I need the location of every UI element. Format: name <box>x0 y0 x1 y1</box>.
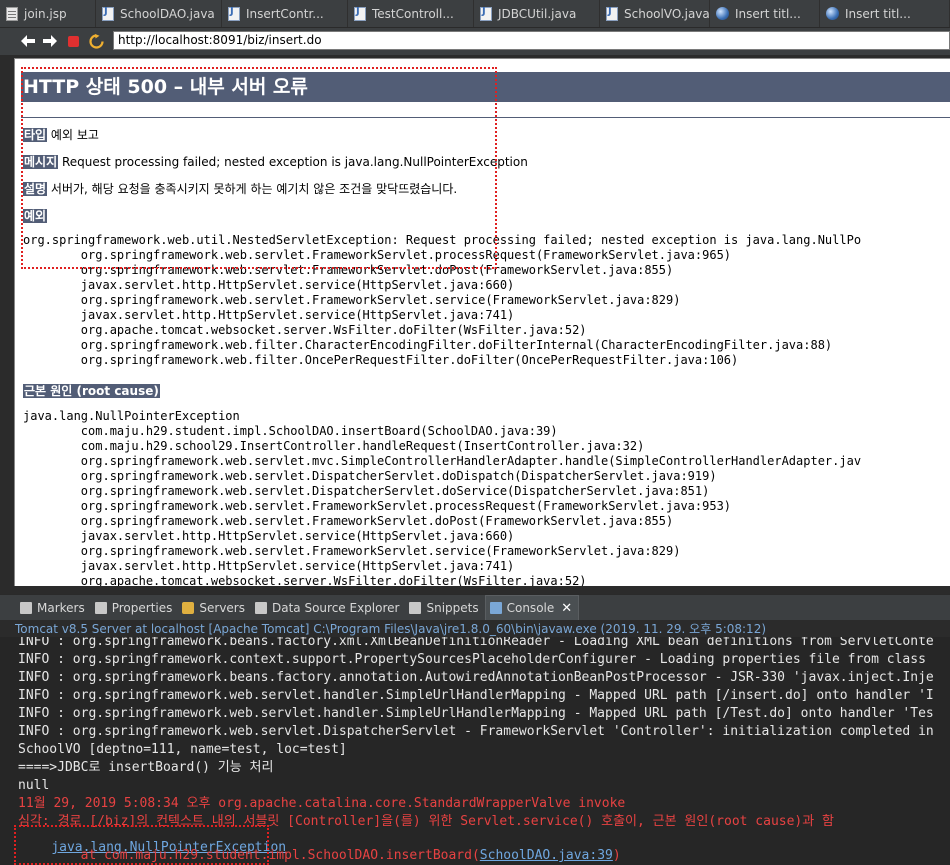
editor-tab-label: TestControll... <box>372 6 454 21</box>
trace-line: org.springframework.web.servlet.Dispatch… <box>23 469 717 483</box>
at-suffix: ) <box>612 848 621 863</box>
forward-button[interactable] <box>42 33 58 49</box>
editor-tab[interactable]: JDBCUtil.java <box>474 0 600 27</box>
console-line: SchoolVO [deptno=111, name=test, loc=tes… <box>18 742 347 757</box>
trace-line: org.springframework.web.servlet.mvc.Simp… <box>23 454 862 468</box>
editor-tab-label: Insert titl... <box>735 6 801 21</box>
editor-tab-label: InsertContr... <box>246 6 324 21</box>
trace-line: org.springframework.web.filter.Character… <box>23 338 833 352</box>
back-arrow-icon <box>21 35 35 47</box>
trace-line: org.springframework.web.servlet.Framewor… <box>23 514 674 528</box>
trace-line: javax.servlet.http.HttpServlet.service(H… <box>23 559 515 573</box>
views-tab-bar: Markers Properties Servers Data Source Expl… <box>0 594 950 620</box>
trace-line: org.apache.tomcat.websocket.server.WsFil… <box>23 574 587 586</box>
root-cause-trace: java.lang.NullPointerException com.maju.… <box>23 409 861 586</box>
view-tab-data-source-explorer[interactable]: Data Source Explorer <box>251 596 405 620</box>
trace-line: org.springframework.web.servlet.Framewor… <box>23 499 732 513</box>
globe-icon <box>716 7 729 20</box>
editor-tab-label: JDBCUtil.java <box>498 6 577 21</box>
stop-button[interactable] <box>65 33 81 49</box>
database-icon <box>255 601 267 614</box>
editor-tab[interactable]: SchoolVO.java <box>600 0 710 27</box>
trace-line: org.springframework.web.servlet.Framewor… <box>23 293 681 307</box>
trace-line: org.springframework.web.filter.OncePerRe… <box>23 353 739 367</box>
globe-icon <box>826 7 839 20</box>
console-line: 11월 29, 2019 5:08:34 오후 org.apache.catal… <box>18 796 626 811</box>
console-line: INFO : org.springframework.context.suppo… <box>18 652 926 667</box>
url-input[interactable]: http://localhost:8091/biz/insert.do <box>113 31 950 50</box>
trace-line: javax.servlet.http.HttpServlet.service(H… <box>23 308 515 322</box>
console-output[interactable]: 심각: 경로 [/biz]의 컨텍스트 내의 서블릿 [Controller]을… <box>0 637 950 865</box>
view-tab-label: Markers <box>37 600 85 615</box>
back-button[interactable] <box>20 33 36 49</box>
highlight-annotation <box>21 67 497 269</box>
view-tab-label: Console <box>506 601 555 615</box>
servers-icon <box>182 601 195 614</box>
browser-toolbar: http://localhost:8091/biz/insert.do <box>0 28 950 55</box>
view-tab-properties[interactable]: Properties <box>91 596 179 620</box>
java-file-icon <box>480 6 492 21</box>
view-tab-console[interactable]: Console ✕ <box>484 595 580 620</box>
java-file-icon <box>102 6 114 21</box>
console-line: INFO : org.springframework.web.servlet.D… <box>18 724 934 739</box>
editor-tab-label: SchoolDAO.java <box>120 6 215 21</box>
editor-tab[interactable]: TestControll... <box>348 0 474 27</box>
editor-tab[interactable]: join.jsp <box>0 0 96 27</box>
editor-tab[interactable]: InsertContr... <box>222 0 348 27</box>
close-icon[interactable]: ✕ <box>561 601 572 616</box>
snippets-icon <box>409 601 422 614</box>
view-tab-label: Snippets <box>426 600 479 615</box>
browser-page: HTTP 상태 500 – 내부 서버 오류 타입 예외 보고 메시지 Requ… <box>14 58 950 586</box>
view-tab-servers[interactable]: Servers <box>178 596 251 620</box>
editor-tab[interactable]: SchoolDAO.java <box>96 0 222 27</box>
view-tab-snippets[interactable]: Snippets <box>405 596 484 620</box>
forward-arrow-icon <box>43 35 57 47</box>
console-status: Tomcat v8.5 Server at localhost [Apache … <box>0 621 950 637</box>
trace-line: com.maju.h29.school29.InsertController.h… <box>23 439 645 453</box>
trace-line: javax.servlet.http.HttpServlet.service(H… <box>23 529 515 543</box>
root-cause-heading: 근본 원인 (root cause) <box>23 382 160 399</box>
view-tab-label: Properties <box>111 600 173 615</box>
trace-line: org.apache.tomcat.websocket.server.WsFil… <box>23 323 587 337</box>
root-cause-label: 근본 원인 (root cause) <box>23 384 160 398</box>
console-line: INFO : org.springframework.beans.factory… <box>18 670 934 685</box>
java-file-icon <box>354 6 366 21</box>
trace-line: javax.servlet.http.HttpServlet.service(H… <box>23 278 515 292</box>
highlight-annotation <box>14 825 269 865</box>
editor-tab-label: Insert titl... <box>845 6 911 21</box>
refresh-button[interactable] <box>88 33 104 49</box>
view-tab-label: Data Source Explorer <box>272 600 400 615</box>
view-tab-markers[interactable]: Markers <box>16 596 91 620</box>
trace-line: org.springframework.web.servlet.Dispatch… <box>23 484 710 498</box>
editor-tab-strip: join.jsp SchoolDAO.java InsertContr... Test… <box>0 0 950 28</box>
editor-tab-label: join.jsp <box>24 6 67 21</box>
trace-line: java.lang.NullPointerException <box>23 409 240 423</box>
stop-icon <box>67 35 79 47</box>
source-link[interactable]: SchoolDAO.java:39 <box>480 848 613 863</box>
markers-icon <box>20 601 32 614</box>
java-file-icon <box>606 6 618 21</box>
editor-tab[interactable]: Insert titl... <box>820 0 950 27</box>
console-icon <box>489 602 502 614</box>
trace-line: org.springframework.web.servlet.Framewor… <box>23 544 681 558</box>
trace-line: com.maju.h29.student.impl.SchoolDAO.inse… <box>23 424 558 438</box>
console-line: ====>JDBC로 insertBoard() 기능 처리 <box>18 760 274 775</box>
console-line: INFO : org.springframework.web.servlet.h… <box>18 688 934 703</box>
console-line: null <box>18 778 50 793</box>
view-tab-label: Servers <box>199 600 245 615</box>
editor-tab-label: SchoolVO.java <box>624 6 710 21</box>
console-line: INFO : org.springframework.web.servlet.h… <box>18 706 934 721</box>
refresh-icon <box>88 33 104 49</box>
jsp-file-icon <box>6 6 18 21</box>
console-line: INFO : org.springframework.beans.factory… <box>18 637 934 649</box>
properties-icon <box>94 601 107 614</box>
editor-tab[interactable]: Insert titl... <box>710 0 820 27</box>
java-file-icon <box>228 6 240 21</box>
